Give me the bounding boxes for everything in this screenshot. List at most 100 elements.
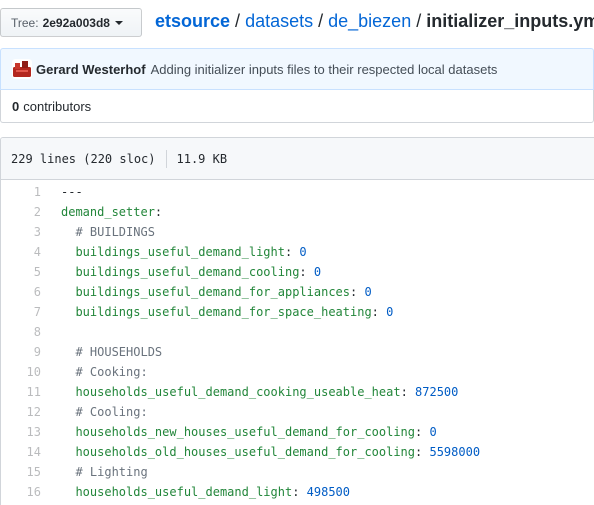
file-size: 11.9 KB bbox=[176, 151, 228, 166]
caret-down-icon bbox=[114, 20, 123, 25]
breadcrumb-repo-link[interactable]: etsource bbox=[155, 11, 230, 31]
line-number[interactable]: 9 bbox=[1, 345, 51, 359]
yaml-value: 5598000 bbox=[429, 445, 481, 459]
tree-label: Tree: bbox=[11, 15, 39, 30]
line-number[interactable]: 8 bbox=[1, 325, 51, 339]
line-number[interactable]: 2 bbox=[1, 205, 51, 219]
yaml-value: 0 bbox=[386, 305, 394, 319]
code-line: 1 --- bbox=[1, 182, 594, 202]
file-line-count: 229 lines (220 sloc) bbox=[11, 151, 156, 166]
line-number[interactable]: 14 bbox=[1, 445, 51, 459]
yaml-colon: : bbox=[154, 205, 163, 219]
line-number[interactable]: 13 bbox=[1, 425, 51, 439]
yaml-document-marker: --- bbox=[61, 185, 83, 199]
code-line: 8 bbox=[1, 322, 594, 342]
breadcrumb-datasets-link[interactable]: datasets bbox=[245, 11, 313, 31]
commit-tease: Gerard Westerhof Adding initializer inpu… bbox=[0, 48, 594, 90]
line-content: # Lighting bbox=[51, 465, 148, 479]
yaml-value: 872500 bbox=[415, 385, 459, 399]
code-line: 12 # Cooling: bbox=[1, 402, 594, 422]
code-line: 7 buildings_useful_demand_for_space_heat… bbox=[1, 302, 594, 322]
file-viewer: 229 lines (220 sloc) 11.9 KB 1 --- 2 demand… bbox=[0, 137, 594, 505]
tree-ref: 2e92a003d8 bbox=[42, 15, 110, 30]
file-navigation: Tree: 2e92a003d8 etsource / datasets / de_bi… bbox=[0, 0, 594, 48]
avatar-image[interactable] bbox=[12, 59, 32, 79]
commit-message-link[interactable]: Adding initializer inputs files to their… bbox=[151, 62, 498, 77]
line-content: # HOUSEHOLDS bbox=[51, 345, 162, 359]
line-content: households_useful_demand_cooking_useable… bbox=[51, 385, 458, 399]
yaml-key: buildings_useful_demand_for_space_heatin… bbox=[75, 305, 372, 319]
breadcrumb-separator: / bbox=[235, 11, 241, 31]
breadcrumb: etsource / datasets / de_biezen / initializer_… bbox=[155, 11, 594, 32]
file-info-header: 229 lines (220 sloc) 11.9 KB bbox=[1, 138, 594, 180]
line-content: households_new_houses_useful_demand_for_… bbox=[51, 425, 437, 439]
line-number[interactable]: 3 bbox=[1, 225, 51, 239]
line-content: buildings_useful_demand_light: 0 bbox=[51, 245, 307, 259]
code-line: 11 households_useful_demand_cooking_usea… bbox=[1, 382, 594, 402]
breadcrumb-de-biezen-link[interactable]: de_biezen bbox=[328, 11, 411, 31]
line-number[interactable]: 10 bbox=[1, 365, 51, 379]
file-info-divider bbox=[165, 149, 167, 168]
code-line: 13 households_new_houses_useful_demand_f… bbox=[1, 422, 594, 442]
line-number[interactable]: 4 bbox=[1, 245, 51, 259]
breadcrumb-current-file: initializer_inputs.yml bbox=[426, 11, 594, 31]
yaml-comment: # Cooling: bbox=[75, 405, 148, 419]
line-number[interactable]: 16 bbox=[1, 485, 51, 499]
line-content: --- bbox=[51, 185, 83, 199]
yaml-value: 0 bbox=[429, 425, 437, 439]
yaml-key: buildings_useful_demand_light bbox=[75, 245, 285, 259]
contributors-count: 0 bbox=[12, 98, 20, 114]
yaml-colon: : bbox=[415, 425, 430, 439]
code-blob: 1 --- 2 demand_setter: 3 # BUILDINGS 4 buildi… bbox=[1, 180, 594, 502]
yaml-comment: # BUILDINGS bbox=[75, 225, 155, 239]
line-content: households_useful_demand_light: 498500 bbox=[51, 485, 350, 499]
line-content: # BUILDINGS bbox=[51, 225, 155, 239]
yaml-colon: : bbox=[299, 265, 314, 279]
code-line: 5 buildings_useful_demand_cooling: 0 bbox=[1, 262, 594, 282]
yaml-comment: # Cooking: bbox=[75, 365, 148, 379]
yaml-value: 0 bbox=[299, 245, 307, 259]
line-content: demand_setter: bbox=[51, 205, 162, 219]
yaml-value: 498500 bbox=[306, 485, 351, 499]
yaml-key: households_old_houses_useful_demand_for_… bbox=[75, 445, 416, 459]
breadcrumb-separator: / bbox=[416, 11, 422, 31]
yaml-comment: # Lighting bbox=[75, 465, 148, 479]
yaml-key: households_new_houses_useful_demand_for_… bbox=[75, 425, 416, 439]
line-number[interactable]: 1 bbox=[1, 185, 51, 199]
line-number[interactable]: 11 bbox=[1, 385, 51, 399]
line-number[interactable]: 7 bbox=[1, 305, 51, 319]
line-content: # Cooking: bbox=[51, 365, 148, 379]
line-number[interactable]: 12 bbox=[1, 405, 51, 419]
line-content: households_old_houses_useful_demand_for_… bbox=[51, 445, 480, 459]
code-line: 10 # Cooking: bbox=[1, 362, 594, 382]
branch-select-button[interactable]: Tree: 2e92a003d8 bbox=[0, 8, 142, 37]
code-line: 14 households_old_houses_useful_demand_f… bbox=[1, 442, 594, 462]
yaml-key: households_useful_demand_cooking_useable… bbox=[75, 385, 401, 399]
yaml-colon: : bbox=[415, 445, 430, 459]
code-line: 6 buildings_useful_demand_for_appliances… bbox=[1, 282, 594, 302]
contributors-bar[interactable]: 0 contributors bbox=[0, 90, 594, 123]
line-number[interactable]: 15 bbox=[1, 465, 51, 479]
yaml-key: buildings_useful_demand_for_appliances bbox=[75, 285, 350, 299]
yaml-key: buildings_useful_demand_cooling bbox=[75, 265, 300, 279]
contributors-label: contributors bbox=[23, 98, 92, 114]
line-content: buildings_useful_demand_for_space_heatin… bbox=[51, 305, 393, 319]
code-line: 16 households_useful_demand_light: 49850… bbox=[1, 482, 594, 502]
line-number[interactable]: 6 bbox=[1, 285, 51, 299]
code-line: 15 # Lighting bbox=[1, 462, 594, 482]
yaml-colon: : bbox=[371, 305, 387, 319]
yaml-colon: : bbox=[292, 485, 307, 499]
code-line: 9 # HOUSEHOLDS bbox=[1, 342, 594, 362]
commit-author-link[interactable]: Gerard Westerhof bbox=[36, 62, 146, 77]
yaml-colon: : bbox=[400, 385, 416, 399]
line-number[interactable]: 5 bbox=[1, 265, 51, 279]
yaml-value: 0 bbox=[364, 285, 372, 299]
yaml-key: households_useful_demand_light bbox=[75, 485, 293, 499]
line-content: # Cooling: bbox=[51, 405, 148, 419]
code-line: 3 # BUILDINGS bbox=[1, 222, 594, 242]
yaml-value: 0 bbox=[313, 265, 322, 279]
line-content: buildings_useful_demand_cooling: 0 bbox=[51, 265, 321, 279]
breadcrumb-separator: / bbox=[318, 11, 324, 31]
line-content: buildings_useful_demand_for_appliances: … bbox=[51, 285, 372, 299]
code-line: 2 demand_setter: bbox=[1, 202, 594, 222]
